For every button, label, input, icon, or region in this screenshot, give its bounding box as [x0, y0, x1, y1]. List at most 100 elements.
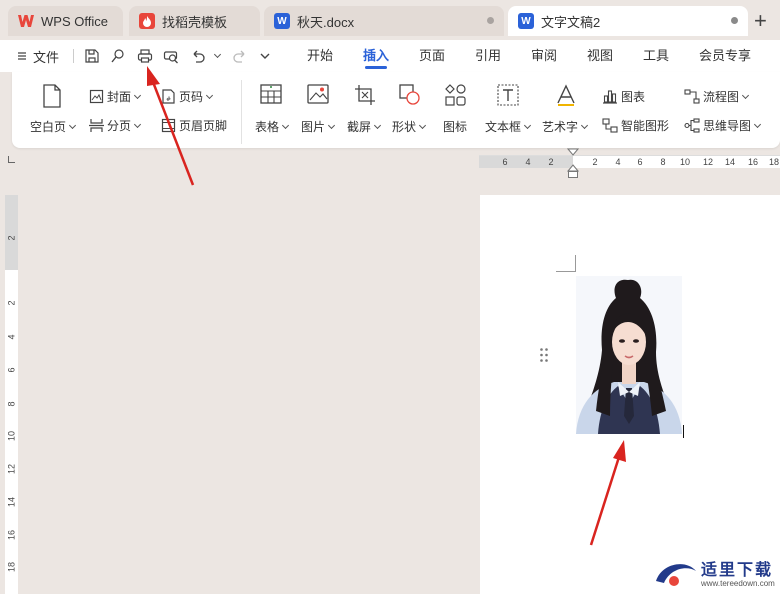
menu-bar: 文件 开始 插入 页面 引用 审阅 视图 工具 会员专享 — [0, 40, 780, 72]
smart-graphic-icon — [602, 118, 618, 133]
ruler-tick: 4 — [615, 157, 621, 167]
chevron-down-icon — [68, 121, 77, 129]
undo-icon[interactable] — [190, 48, 206, 64]
shape-label-wrap[interactable]: 形状 — [392, 118, 427, 135]
chart-label: 图表 — [621, 90, 646, 104]
header-footer-button[interactable]: 页眉页脚 — [161, 117, 227, 134]
picture-label: 图片 — [301, 120, 326, 134]
table-button[interactable] — [251, 84, 291, 110]
mindmap-button[interactable]: 思维导图 — [684, 117, 762, 134]
tab-tools[interactable]: 工具 — [643, 40, 669, 72]
tab-document-2[interactable]: W 文字文稿2 — [508, 6, 748, 36]
ruler-tick: 12 — [702, 157, 713, 167]
save-icon[interactable] — [84, 48, 100, 64]
tab-label: WPS Office — [41, 13, 108, 29]
tab-view[interactable]: 视图 — [587, 40, 613, 72]
tab-label: 找稻壳模板 — [162, 14, 228, 30]
screenshot-button[interactable] — [345, 84, 385, 110]
blank-page-label: 空白页 — [30, 120, 67, 134]
redo-icon[interactable] — [232, 48, 248, 64]
horizontal-ruler[interactable]: 6 4 2 2 4 6 8 10 12 14 16 18 — [479, 155, 780, 168]
cover-button[interactable]: 封面 — [89, 88, 142, 105]
mindmap-label: 思维导图 — [703, 119, 752, 133]
page-break-button[interactable]: 分页 — [89, 117, 142, 134]
blank-page-button[interactable] — [32, 84, 72, 110]
ruler-tick: 2 — [6, 235, 17, 241]
tab-wps-office[interactable]: WPS Office — [8, 6, 123, 36]
textbox-button[interactable] — [488, 84, 528, 110]
format-painter-icon[interactable] — [110, 48, 126, 64]
tab-references[interactable]: 引用 — [475, 40, 501, 72]
new-tab-icon[interactable]: + — [754, 10, 767, 32]
page-number-button[interactable]: # 页码 — [161, 88, 214, 105]
picture-label-wrap[interactable]: 图片 — [301, 118, 336, 135]
tab-bar: WPS Office 找稻壳模板 W 秋天.docx W 文字文稿2 + — [0, 0, 780, 40]
chevron-down-icon — [133, 120, 142, 128]
tab-page[interactable]: 页面 — [419, 40, 445, 72]
header-footer-label: 页眉页脚 — [179, 119, 228, 133]
more-dropdown-icon[interactable] — [257, 48, 273, 64]
shape-button[interactable] — [390, 84, 430, 110]
print-preview-icon[interactable] — [163, 48, 179, 64]
smart-graphic-button[interactable]: 智能图形 — [602, 117, 669, 134]
ribbon-insert: 空白页 封面 # 页码 分页 页眉页脚 表格 图片 截屏 形状 图标 文本框 艺… — [12, 72, 780, 148]
picture-button[interactable] — [298, 84, 338, 110]
ruler-tick: 18 — [768, 157, 779, 167]
chevron-down-icon — [327, 121, 336, 129]
tab-review[interactable]: 审阅 — [531, 40, 557, 72]
flowchart-label: 流程图 — [703, 90, 740, 104]
drag-handle-icon[interactable] — [539, 347, 549, 363]
chevron-down-icon — [523, 121, 532, 129]
wordart-button[interactable] — [546, 84, 586, 110]
chevron-down-icon — [281, 121, 290, 129]
ribbon-divider — [241, 80, 242, 144]
tab-close-icon[interactable] — [487, 17, 494, 24]
file-menu-button[interactable]: 文件 — [17, 40, 59, 72]
page-break-label: 分页 — [107, 119, 132, 133]
chevron-down-icon — [741, 91, 750, 99]
ruler-tick: 14 — [724, 157, 735, 167]
table-icon — [260, 84, 282, 104]
chevron-down-icon — [753, 120, 762, 128]
chart-button[interactable]: 图表 — [602, 88, 645, 105]
shape-label: 形状 — [392, 120, 417, 134]
tab-autumn-docx[interactable]: W 秋天.docx — [264, 6, 504, 36]
wordart-icon — [557, 84, 575, 106]
ruler-tick: 6 — [637, 157, 643, 167]
icon-label-wrap[interactable]: 图标 — [443, 118, 467, 135]
margin-corner-marker — [556, 255, 576, 272]
screenshot-label: 截屏 — [347, 120, 372, 134]
icon-button[interactable] — [436, 84, 476, 110]
shape-icon — [399, 84, 420, 105]
chevron-down-icon — [205, 91, 214, 99]
blank-page-label-wrap[interactable]: 空白页 — [30, 118, 77, 135]
vertical-ruler[interactable]: 2 2 4 6 8 10 12 14 16 18 — [5, 195, 18, 594]
cover-icon — [89, 89, 104, 104]
hamburger-icon — [18, 52, 26, 60]
tab-docer-templates[interactable]: 找稻壳模板 — [129, 6, 260, 36]
tab-member[interactable]: 会员专享 — [699, 40, 751, 72]
inserted-portrait-photo[interactable] — [576, 276, 682, 434]
tab-home[interactable]: 开始 — [307, 40, 333, 72]
icons-library-icon — [445, 84, 466, 106]
screenshot-label-wrap[interactable]: 截屏 — [347, 118, 382, 135]
watermark-url: www.tereedown.com — [701, 579, 775, 588]
picture-icon — [307, 84, 329, 104]
indent-marker-icon[interactable] — [567, 148, 579, 180]
wps-logo-icon — [18, 13, 34, 29]
undo-dropdown-icon[interactable] — [213, 50, 222, 59]
wordart-label-wrap[interactable]: 艺术字 — [542, 118, 589, 135]
ruler-tick: 2 — [592, 157, 598, 167]
textbox-label-wrap[interactable]: 文本框 — [485, 118, 532, 135]
tab-insert[interactable]: 插入 — [363, 40, 389, 72]
print-icon[interactable] — [137, 48, 153, 64]
table-label-wrap[interactable]: 表格 — [255, 118, 290, 135]
file-menu-label: 文件 — [33, 49, 60, 65]
chevron-down-icon — [418, 121, 427, 129]
page-break-icon — [89, 119, 104, 132]
ruler-corner-icon[interactable] — [8, 156, 15, 163]
flowchart-button[interactable]: 流程图 — [684, 88, 750, 105]
ruler-tick: 2 — [6, 300, 17, 306]
tab-close-icon[interactable] — [731, 17, 738, 24]
ruler-tick: 8 — [6, 401, 17, 407]
